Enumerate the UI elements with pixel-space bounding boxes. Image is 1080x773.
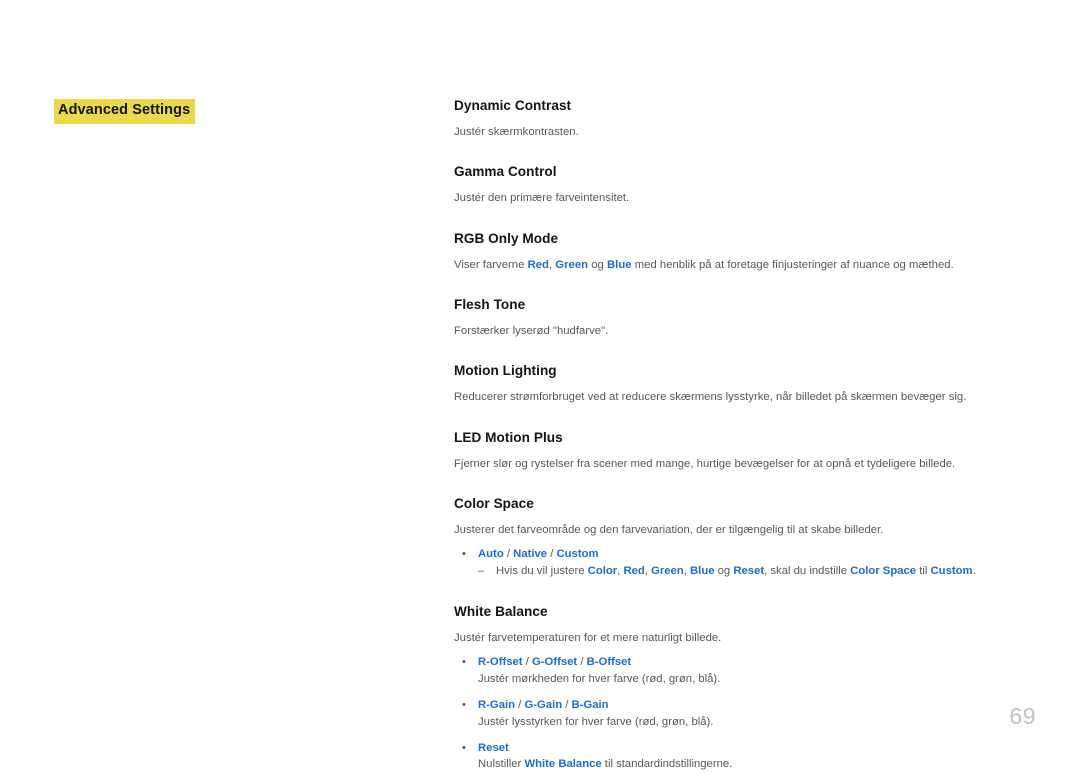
sub-note-text: Hvis du vil justere Color, Red, Green, B… [496,563,1034,580]
dash-icon: – [478,563,484,580]
entry-led-motion-plus: LED Motion Plus Fjerner slør og rystelse… [454,430,1034,472]
option-g-offset: G-Offset [532,656,577,668]
term-blue: Blue [690,565,714,577]
entry-dynamic-contrast: Dynamic Contrast Justér skærmkontrasten. [454,98,1034,140]
option-b-offset: B-Offset [587,656,632,668]
option-r-offset: R-Offset [478,656,523,668]
entry-title: Motion Lighting [454,363,1034,380]
list-item: • Reset Nulstiller White Balance til sta… [454,740,1034,773]
desc-text: til standardindstillingerne. [602,758,733,770]
entry-description: Justér den primære farveintensitet. [454,190,1034,206]
bullet-dot-icon: • [462,697,466,714]
option-values: Auto / Native / Custom [478,546,1034,563]
section-title-container: Advanced Settings [54,99,195,124]
list-item: – Hvis du vil justere Color, Red, Green,… [478,563,1034,580]
term-red: Red [623,565,644,577]
entry-title: Gamma Control [454,164,1034,181]
term-blue: Blue [607,259,632,271]
term-color: Color [588,565,618,577]
option-description: Justér mørkheden for hver farve (rød, gr… [478,671,1034,688]
option-b-gain: B-Gain [572,699,609,711]
entry-description: Viser farverne Red, Green og Blue med he… [454,257,1034,273]
entry-color-space: Color Space Justerer det farveområde og … [454,496,1034,580]
note-text: . [973,565,976,577]
term-green: Green [651,565,684,577]
desc-text: Nulstiller [478,758,524,770]
option-values: R-Gain / G-Gain / B-Gain [478,697,1034,714]
entry-title: Color Space [454,496,1034,513]
option-list: • R-Offset / G-Offset / B-Offset Justér … [454,654,1034,773]
content-column: Dynamic Contrast Justér skærmkontrasten.… [454,98,1034,773]
option-separator: / [504,548,513,560]
note-text: , skal du indstille [764,565,850,577]
option-separator: / [562,699,571,711]
entry-white-balance: White Balance Justér farvetemperaturen f… [454,604,1034,773]
desc-text: og [588,259,607,271]
entry-title: White Balance [454,604,1034,621]
list-item: • Auto / Native / Custom – Hvis du vil j… [454,546,1034,581]
bullet-dot-icon: • [462,546,466,563]
note-text: og [715,565,734,577]
option-description: Nulstiller White Balance til standardind… [478,756,1034,773]
option-r-gain: R-Gain [478,699,515,711]
term-custom: Custom [931,565,973,577]
option-values: Reset [478,740,1034,757]
list-item: • R-Offset / G-Offset / B-Offset Justér … [454,654,1034,688]
option-g-gain: G-Gain [524,699,562,711]
term-reset: Reset [733,565,764,577]
entry-description: Justér skærmkontrasten. [454,124,1034,140]
option-list: • Auto / Native / Custom – Hvis du vil j… [454,546,1034,581]
entry-description: Forstærker lyserød "hudfarve". [454,323,1034,339]
bullet-dot-icon: • [462,654,466,671]
option-values: R-Offset / G-Offset / B-Offset [478,654,1034,671]
document-page: Advanced Settings Dynamic Contrast Justé… [0,0,1080,763]
entry-title: RGB Only Mode [454,231,1034,248]
page-number: 69 [1009,703,1036,730]
entry-description: Justér farvetemperaturen for et mere nat… [454,630,1034,646]
desc-text: med henblik på at foretage finjusteringe… [632,259,954,271]
note-text: til [916,565,930,577]
option-reset: Reset [478,742,509,754]
entry-flesh-tone: Flesh Tone Forstærker lyserød "hudfarve"… [454,297,1034,339]
entry-title: Dynamic Contrast [454,98,1034,115]
entry-description: Justerer det farveområde og den farvevar… [454,522,1034,538]
entry-description: Reducerer strømforbruget ved at reducere… [454,389,1034,405]
entry-title: LED Motion Plus [454,430,1034,447]
section-title-advanced-settings: Advanced Settings [54,99,195,124]
term-green: Green [555,259,588,271]
option-native: Native [513,548,547,560]
term-color-space: Color Space [850,565,916,577]
option-custom: Custom [557,548,599,560]
note-text: Hvis du vil justere [496,565,588,577]
sub-note-list: – Hvis du vil justere Color, Red, Green,… [478,563,1034,580]
entry-rgb-only-mode: RGB Only Mode Viser farverne Red, Green … [454,231,1034,273]
term-red: Red [528,259,549,271]
option-auto: Auto [478,548,504,560]
option-separator: / [523,656,532,668]
entry-gamma-control: Gamma Control Justér den primære farvein… [454,164,1034,206]
list-item: • R-Gain / G-Gain / B-Gain Justér lyssty… [454,697,1034,731]
term-white-balance: White Balance [524,758,601,770]
desc-text: Viser farverne [454,259,528,271]
entry-motion-lighting: Motion Lighting Reducerer strømforbruget… [454,363,1034,405]
option-description: Justér lysstyrken for hver farve (rød, g… [478,714,1034,731]
entry-description: Fjerner slør og rystelser fra scener med… [454,456,1034,472]
entry-title: Flesh Tone [454,297,1034,314]
option-separator: / [577,656,586,668]
bullet-dot-icon: • [462,740,466,757]
option-separator: / [547,548,556,560]
